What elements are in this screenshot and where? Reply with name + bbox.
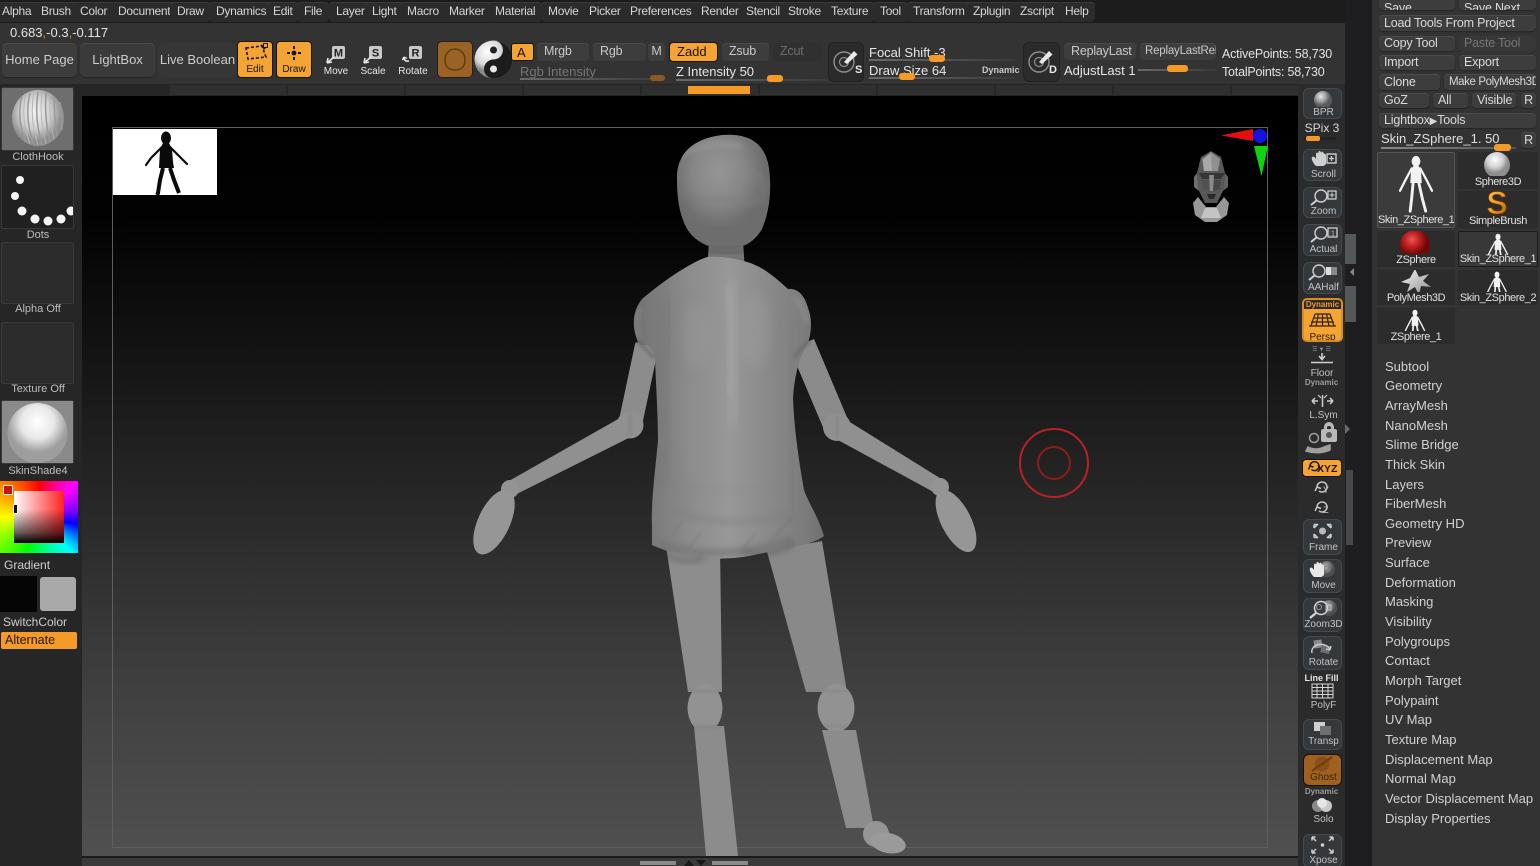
svg-text:S: S [855,64,862,76]
svg-text:S: S [372,48,379,60]
svg-text:R: R [412,48,420,60]
svg-text:S: S [1486,191,1507,215]
svg-text:Y: Y [1323,485,1329,494]
svg-text:XYZ: XYZ [1317,463,1338,474]
svg-text:M: M [334,48,343,60]
svg-text:Z: Z [1323,505,1329,514]
svg-text:D: D [1049,64,1057,76]
svg-text::1: :1 [1329,231,1335,238]
